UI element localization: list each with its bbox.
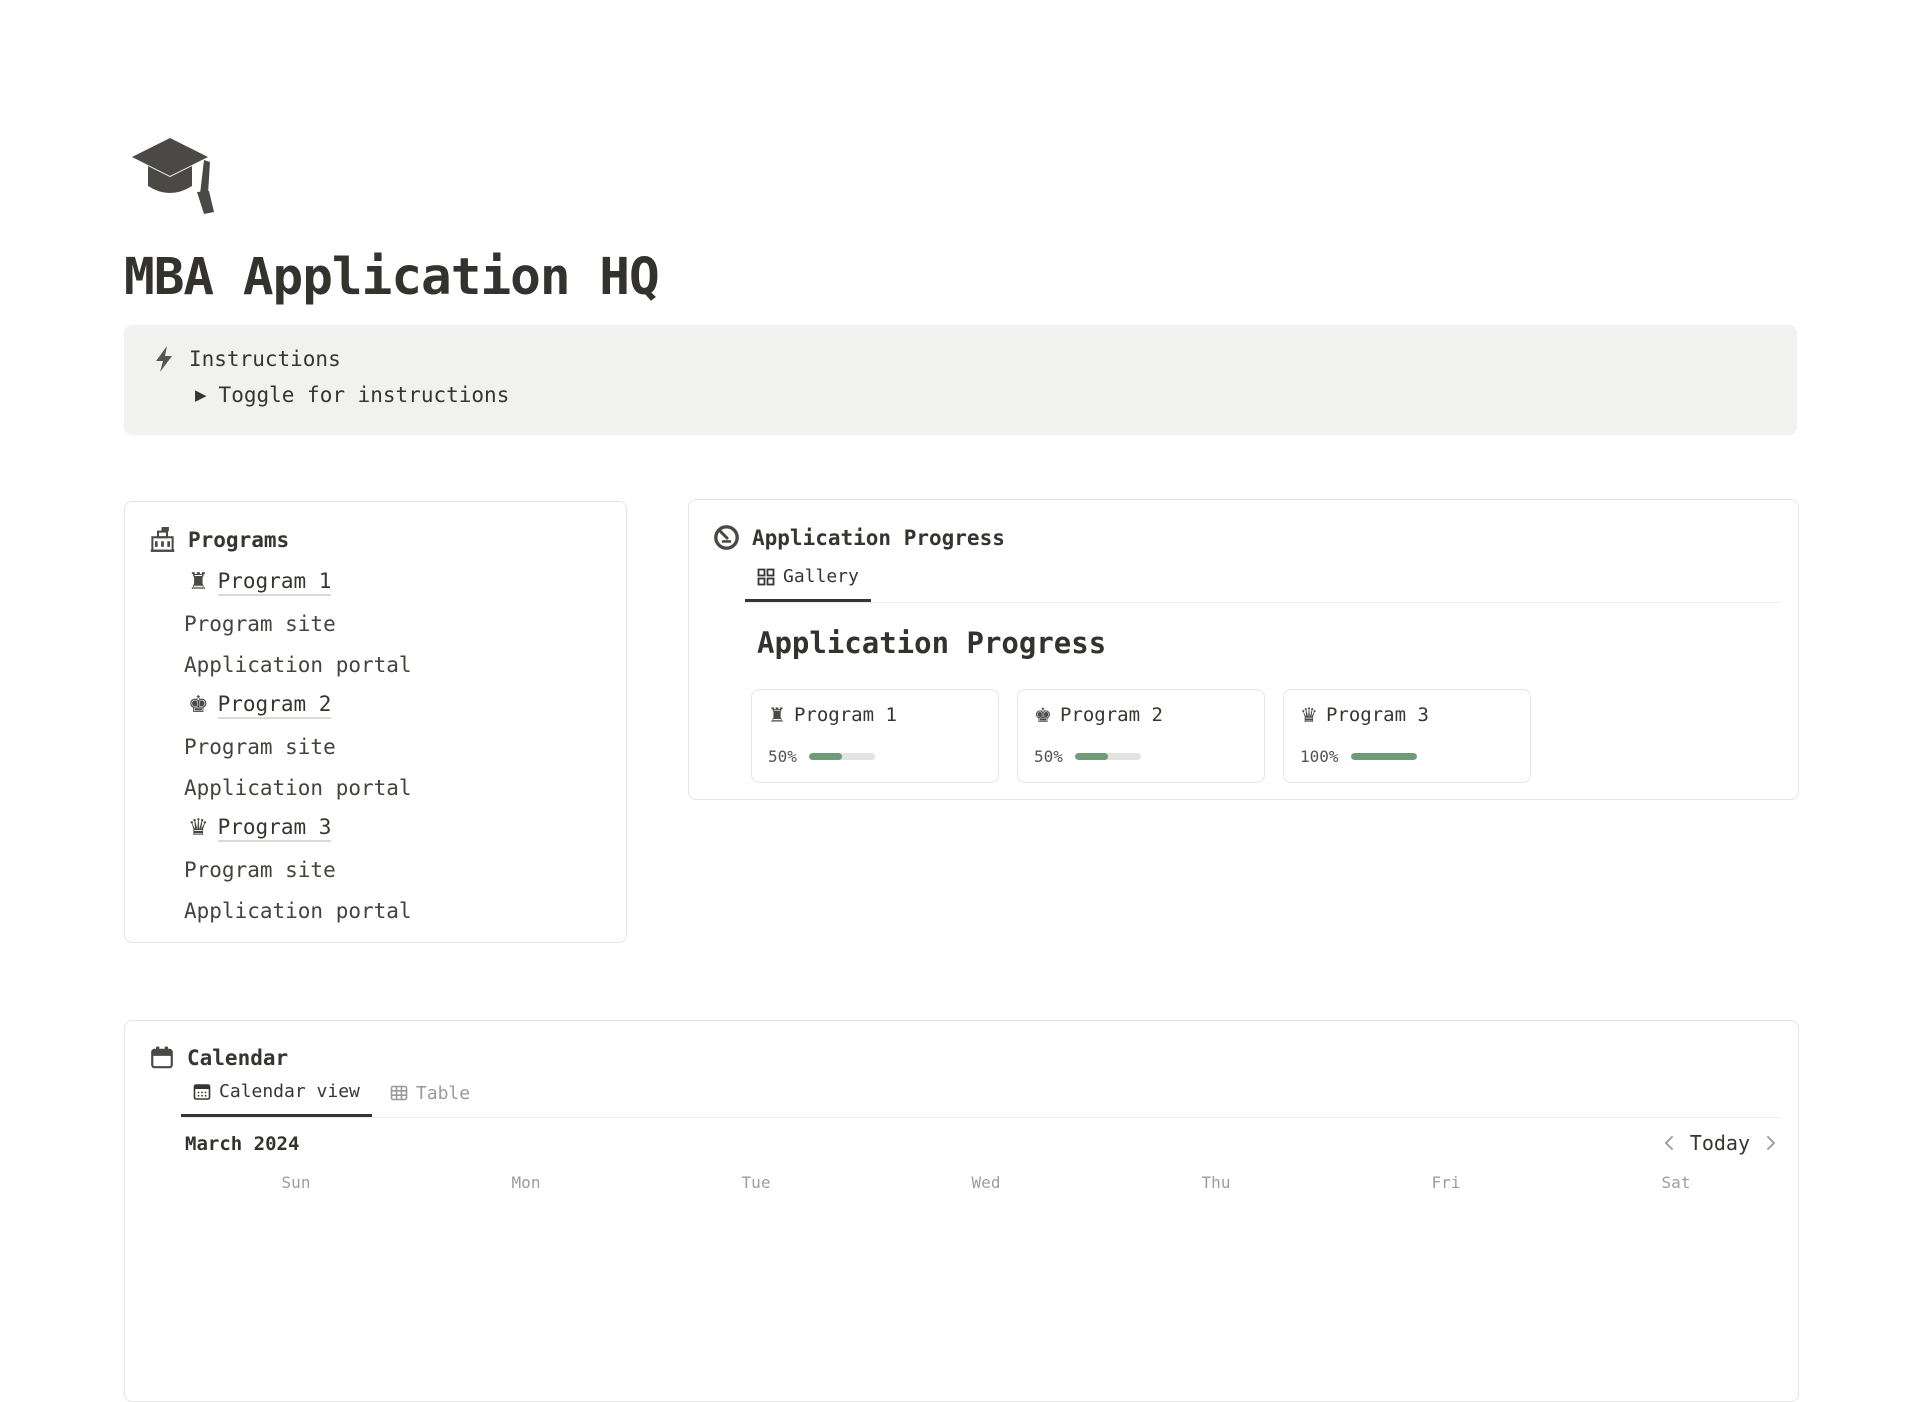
gallery-card-program-3[interactable]: ♛ Program 3 100% xyxy=(1283,689,1531,783)
gallery-card-program-2[interactable]: ♚ Program 2 50% xyxy=(1017,689,1265,783)
gauge-icon xyxy=(713,524,740,551)
program-link-row[interactable]: ♚ Program 2 xyxy=(125,685,626,726)
application-progress-card: Application Progress Gallery Application… xyxy=(688,499,1799,800)
calendar-view-icon xyxy=(193,1083,211,1101)
tab-gallery[interactable]: Gallery xyxy=(745,566,871,602)
chess-rook-icon: ♜ xyxy=(768,705,786,725)
program-site-item[interactable]: Program site xyxy=(125,849,626,890)
gallery-grid-icon xyxy=(757,568,775,586)
program-site-item[interactable]: Program site xyxy=(125,603,626,644)
progress-heading: Application Progress xyxy=(757,626,1106,660)
graduation-cap-icon[interactable] xyxy=(130,136,224,216)
gallery-card-program-1[interactable]: ♜ Program 1 50% xyxy=(751,689,999,783)
progress-bar-fill xyxy=(1075,753,1108,760)
progress-bar xyxy=(1351,753,1417,760)
progress-percent: 100% xyxy=(1300,747,1339,766)
application-portal-item[interactable]: Application portal xyxy=(125,767,626,808)
calendar-month-label: March 2024 xyxy=(185,1133,299,1155)
instructions-toggle[interactable]: ▶ Toggle for instructions xyxy=(195,383,509,407)
chess-king-icon: ♚ xyxy=(1034,705,1052,725)
day-header-wed: Wed xyxy=(871,1173,1101,1192)
progress-card-title: Application Progress xyxy=(752,526,1005,550)
gallery-card-title[interactable]: Program 2 xyxy=(1060,704,1163,726)
tab-divider xyxy=(181,1117,1780,1118)
chess-king-icon: ♚ xyxy=(188,694,209,717)
progress-bar-fill xyxy=(1351,753,1417,760)
tab-table-label[interactable]: Table xyxy=(416,1083,470,1104)
chess-rook-icon: ♜ xyxy=(188,571,209,594)
toggle-triangle-icon[interactable]: ▶ xyxy=(195,386,207,404)
programs-card: Programs ♜ Program 1 Program site Applic… xyxy=(124,501,627,943)
instructions-callout: Instructions ▶ Toggle for instructions xyxy=(124,325,1797,435)
callout-title: Instructions xyxy=(189,347,341,371)
progress-bar-fill xyxy=(809,753,842,760)
day-header-tue: Tue xyxy=(641,1173,871,1192)
programs-title: Programs xyxy=(188,528,289,552)
day-header-sun: Sun xyxy=(181,1173,411,1192)
calendar-day-headers: Sun Mon Tue Wed Thu Fri Sat xyxy=(181,1173,1791,1192)
gallery-card-title[interactable]: Program 1 xyxy=(794,704,897,726)
tab-table[interactable]: Table xyxy=(378,1081,482,1117)
day-header-mon: Mon xyxy=(411,1173,641,1192)
program-3-link[interactable]: Program 3 xyxy=(218,815,332,842)
chess-queen-icon: ♛ xyxy=(188,817,209,840)
tab-divider xyxy=(745,602,1780,603)
calendar-icon xyxy=(149,1045,175,1071)
chevron-right-icon[interactable] xyxy=(1766,1135,1776,1151)
progress-percent: 50% xyxy=(768,747,797,766)
program-link-row[interactable]: ♜ Program 1 xyxy=(125,562,626,603)
programs-list: ♜ Program 1 Program site Application por… xyxy=(125,562,626,931)
program-2-link[interactable]: Program 2 xyxy=(218,692,332,719)
application-portal-item[interactable]: Application portal xyxy=(125,644,626,685)
table-icon xyxy=(390,1084,408,1102)
program-site-item[interactable]: Program site xyxy=(125,726,626,767)
progress-bar xyxy=(1075,753,1141,760)
tab-calendar-view[interactable]: Calendar view xyxy=(181,1081,372,1117)
progress-percent: 50% xyxy=(1034,747,1063,766)
program-link-row[interactable]: ♛ Program 3 xyxy=(125,808,626,849)
school-building-icon xyxy=(149,526,176,553)
today-button[interactable]: Today xyxy=(1690,1131,1750,1155)
gallery-card-title[interactable]: Program 3 xyxy=(1326,704,1429,726)
day-header-thu: Thu xyxy=(1101,1173,1331,1192)
chess-queen-icon: ♛ xyxy=(1300,705,1318,725)
page-title: MBA Application HQ xyxy=(124,248,659,307)
toggle-label[interactable]: Toggle for instructions xyxy=(219,383,510,407)
progress-bar xyxy=(809,753,875,760)
day-header-fri: Fri xyxy=(1331,1173,1561,1192)
tab-calendar-view-label[interactable]: Calendar view xyxy=(219,1081,360,1102)
application-portal-item[interactable]: Application portal xyxy=(125,890,626,931)
progress-gallery: ♜ Program 1 50% ♚ Program 2 50% xyxy=(751,689,1531,783)
lightning-bolt-icon xyxy=(153,345,175,373)
chevron-left-icon[interactable] xyxy=(1664,1135,1674,1151)
program-1-link[interactable]: Program 1 xyxy=(218,569,332,596)
calendar-card: Calendar Calendar view Table xyxy=(124,1020,1799,1402)
day-header-sat: Sat xyxy=(1561,1173,1791,1192)
tab-gallery-label[interactable]: Gallery xyxy=(783,566,859,587)
calendar-title: Calendar xyxy=(187,1046,288,1070)
